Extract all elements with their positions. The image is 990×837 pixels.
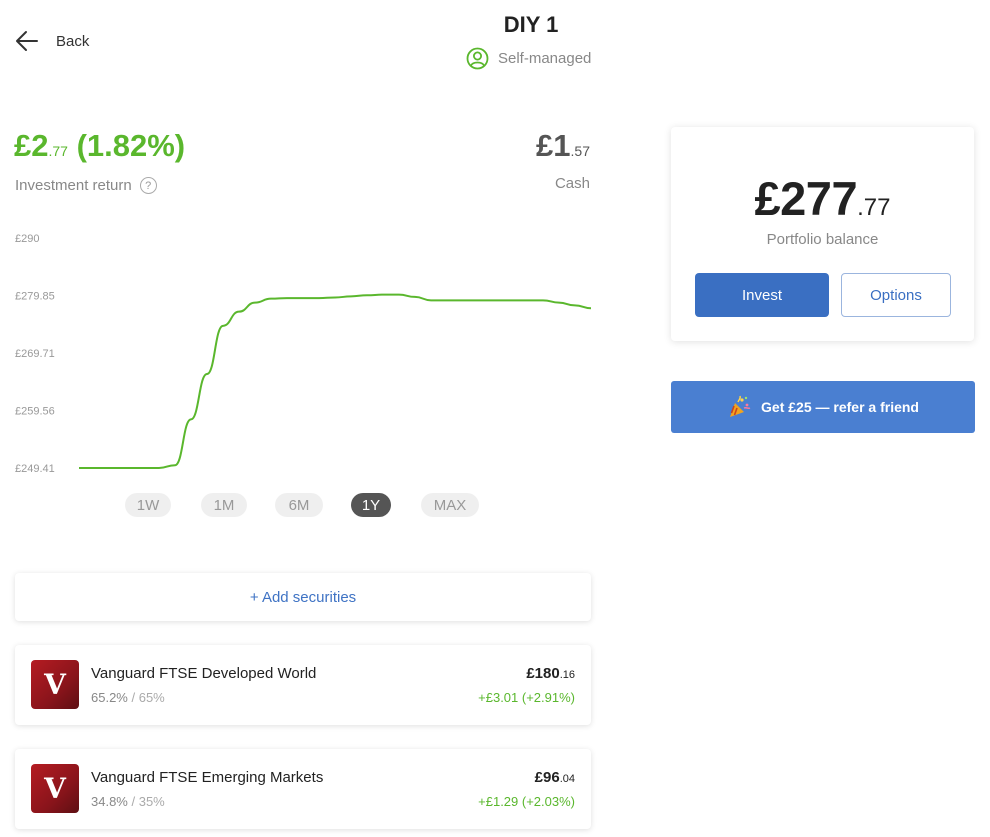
y-tick-label: £249.41 — [15, 463, 55, 475]
balance-pence: .77 — [857, 194, 891, 221]
help-icon[interactable]: ? — [139, 177, 157, 194]
investment-return-label: Investment return — [15, 177, 132, 194]
portfolio-balance-label: Portfolio balance — [766, 231, 879, 248]
range-1w-button[interactable]: 1W — [125, 493, 171, 517]
holding-value-pence: .16 — [559, 669, 575, 681]
holding-change: +£1.29 (+2.03%) — [478, 794, 575, 809]
vanguard-logo: V — [31, 660, 79, 709]
holding-allocation-target: / 35% — [127, 794, 165, 809]
holding-value: £96.04 — [535, 769, 575, 786]
range-1m-button[interactable]: 1M — [201, 493, 247, 517]
cash-pence: .57 — [570, 143, 590, 159]
portfolio-balance-card: £277.77 Portfolio balance Invest Options — [671, 127, 974, 341]
holding-value-pence: .04 — [559, 773, 575, 785]
range-6m-button[interactable]: 6M — [275, 493, 323, 517]
cash-pounds: £1 — [536, 128, 571, 163]
range-1y-button[interactable]: 1Y — [351, 493, 391, 517]
time-range-selector: 1W 1M 6M 1Y MAX — [125, 493, 479, 517]
add-securities-button[interactable]: + Add securities — [15, 573, 591, 621]
cash-label: Cash — [554, 175, 590, 192]
holding-name: Vanguard FTSE Emerging Markets — [91, 769, 324, 786]
refer-friend-button[interactable]: Get £25 — refer a friend — [671, 381, 975, 433]
holding-allocation-target: / 65% — [127, 690, 165, 705]
party-popper-icon — [730, 395, 751, 417]
invest-button[interactable]: Invest — [695, 273, 829, 317]
portfolio-type-label: Self-managed — [498, 50, 592, 67]
holding-allocation-actual: 34.8% — [91, 794, 128, 809]
vanguard-logo: V — [31, 764, 79, 813]
y-tick-label: £279.85 — [15, 291, 55, 303]
range-max-button[interactable]: MAX — [421, 493, 479, 517]
holding-value: £180.16 — [526, 665, 575, 682]
holding-value-pounds: £96 — [534, 769, 560, 786]
investment-return-label-row: Investment return ? — [15, 177, 157, 194]
return-percent: (1.82%) — [76, 128, 186, 163]
user-circle-icon — [466, 47, 489, 70]
y-tick-label: £269.71 — [15, 348, 55, 360]
performance-chart[interactable]: £290 £279.85 £269.71 £259.56 £249.41 — [0, 220, 600, 490]
return-pence: .77 — [48, 143, 68, 159]
y-tick-label: £259.56 — [15, 406, 55, 418]
portfolio-balance-value: £277.77 — [671, 171, 974, 226]
holding-allocation: 34.8% / 35% — [91, 794, 165, 809]
y-tick-label: £290 — [15, 233, 39, 245]
holding-allocation: 65.2% / 65% — [91, 690, 165, 705]
balance-pounds: £277 — [754, 172, 858, 225]
options-button[interactable]: Options — [841, 273, 951, 317]
investment-return-value: £2.77 (1.82%) — [14, 128, 185, 164]
holding-change: +£3.01 (+2.91%) — [478, 690, 575, 705]
holding-card[interactable]: V Vanguard FTSE Developed World 65.2% / … — [15, 645, 591, 725]
holding-value-pounds: £180 — [526, 665, 560, 682]
holding-name: Vanguard FTSE Developed World — [91, 665, 317, 682]
holding-allocation-actual: 65.2% — [91, 690, 128, 705]
holding-card[interactable]: V Vanguard FTSE Emerging Markets 34.8% /… — [15, 749, 591, 829]
portfolio-type: Self-managed — [466, 47, 591, 70]
refer-friend-label: Get £25 — refer a friend — [761, 399, 919, 415]
page-title: DIY 1 — [503, 12, 559, 37]
balance-line — [79, 293, 592, 469]
return-pounds: £2 — [14, 128, 49, 163]
cash-value: £1.57 — [536, 128, 590, 164]
